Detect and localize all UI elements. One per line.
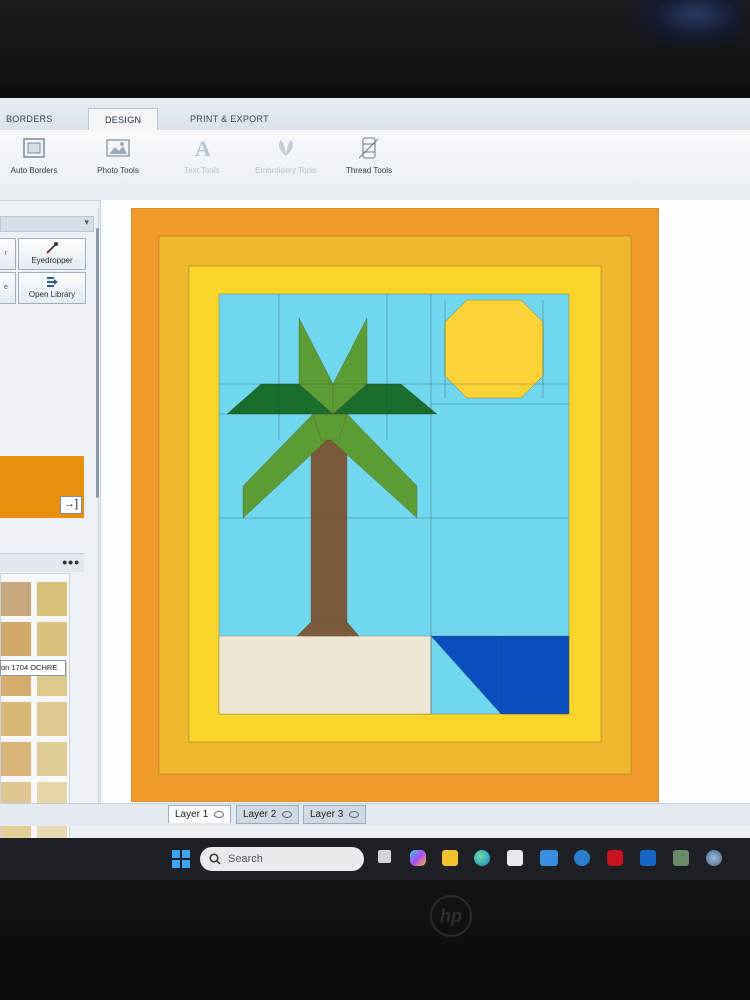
mcafee-icon[interactable] bbox=[607, 850, 623, 866]
palette-swatch[interactable] bbox=[37, 622, 67, 656]
thread-tools-icon bbox=[358, 137, 379, 159]
palm-trunk bbox=[310, 439, 348, 637]
ribbon-toolbar: Auto Borders Photo Tools A Text Tools Em… bbox=[0, 130, 750, 201]
monitor-bezel-bottom bbox=[0, 880, 750, 1000]
color-palette bbox=[0, 573, 70, 880]
mywp-icon[interactable] bbox=[540, 850, 558, 866]
palette-swatch[interactable] bbox=[1, 582, 31, 616]
text-tools-button[interactable]: A Text Tools bbox=[174, 136, 230, 175]
open-library-button[interactable]: Open Library bbox=[18, 272, 86, 304]
photo-tools-button[interactable]: Photo Tools bbox=[90, 136, 146, 175]
cut-off-label-1: r bbox=[4, 250, 8, 257]
svg-text:A: A bbox=[195, 136, 211, 160]
browser-icon[interactable] bbox=[706, 850, 722, 866]
eye-icon[interactable] bbox=[282, 810, 293, 818]
thread-tools-label: Thread Tools bbox=[345, 166, 393, 175]
eyedropper-button[interactable]: Eyedropper bbox=[18, 238, 86, 270]
panel-scrollbar[interactable] bbox=[96, 228, 99, 498]
tab-borders[interactable]: BORDERS bbox=[6, 108, 53, 130]
palette-swatch[interactable] bbox=[37, 702, 67, 736]
windows-start-icon[interactable] bbox=[172, 850, 190, 868]
auto-borders-button[interactable]: Auto Borders bbox=[6, 136, 62, 175]
open-library-icon bbox=[47, 277, 58, 287]
palette-header: ••• bbox=[0, 553, 84, 572]
screen: BORDERS DESIGN PRINT & EXPORT Auto Borde… bbox=[0, 98, 750, 880]
palette-swatch[interactable] bbox=[1, 742, 31, 776]
task-view-icon[interactable] bbox=[378, 850, 391, 863]
apply-color-icon[interactable]: →] bbox=[60, 496, 82, 514]
thread-tools-button[interactable]: Thread Tools bbox=[340, 136, 398, 175]
auto-borders-icon bbox=[23, 138, 45, 158]
tab-layer-3[interactable]: Layer 3 bbox=[303, 805, 367, 824]
embroidery-tools-label: Embroidery Tools bbox=[255, 166, 317, 175]
file-explorer-icon[interactable] bbox=[442, 850, 458, 866]
ribbon-tab-bar: BORDERS DESIGN PRINT & EXPORT bbox=[0, 98, 750, 131]
photo-tools-label: Photo Tools bbox=[97, 166, 139, 175]
open-library-label: Open Library bbox=[28, 290, 76, 299]
palette-swatch[interactable] bbox=[1, 702, 31, 736]
store-icon[interactable] bbox=[507, 850, 523, 866]
tab-layer-1[interactable]: Layer 1 bbox=[168, 805, 232, 823]
color-tooltip: on 1704 OCHRE bbox=[0, 660, 66, 676]
eye-icon[interactable] bbox=[349, 810, 360, 818]
tab-design[interactable]: DESIGN bbox=[88, 108, 159, 131]
left-panel: ▾ r e Eyedropper Open Library →] ••• on … bbox=[0, 208, 99, 880]
monitor-bezel-top bbox=[0, 0, 750, 98]
embroidery-tools-icon bbox=[278, 140, 294, 156]
taskbar-search[interactable]: Search bbox=[200, 847, 364, 871]
cut-off-button-2[interactable]: e bbox=[0, 272, 16, 304]
tab-print-export[interactable]: PRINT & EXPORT bbox=[190, 108, 269, 130]
chevron-down-icon[interactable]: ▾ bbox=[84, 217, 89, 228]
help-icon[interactable] bbox=[574, 850, 590, 866]
photo-tools-icon bbox=[106, 139, 130, 157]
palette-swatch[interactable] bbox=[37, 742, 67, 776]
windows-taskbar: Search bbox=[0, 838, 750, 880]
cut-off-label-2: e bbox=[4, 284, 8, 291]
more-options-icon[interactable]: ••• bbox=[62, 554, 80, 570]
quilt-app-icon[interactable] bbox=[673, 850, 689, 866]
cut-off-button-1[interactable]: r bbox=[0, 238, 16, 270]
hp-logo: hp bbox=[430, 895, 472, 937]
auto-borders-label: Auto Borders bbox=[10, 166, 58, 175]
layer-1-label: Layer 1 bbox=[175, 809, 209, 820]
background-reflection bbox=[630, 0, 740, 48]
eye-icon[interactable] bbox=[214, 810, 225, 818]
eyedropper-label: Eyedropper bbox=[31, 256, 73, 265]
palette-swatch[interactable] bbox=[37, 582, 67, 616]
text-tools-icon: A bbox=[195, 136, 211, 161]
tab-layer-2[interactable]: Layer 2 bbox=[236, 805, 300, 824]
outlook-icon[interactable] bbox=[640, 850, 656, 866]
layer-2-label: Layer 2 bbox=[243, 809, 277, 820]
quilt-design[interactable] bbox=[131, 208, 659, 802]
embroidery-tools-button[interactable]: Embroidery Tools bbox=[250, 136, 322, 175]
panel-header: ▾ bbox=[0, 216, 94, 232]
search-icon bbox=[209, 853, 221, 865]
palette-swatch[interactable] bbox=[1, 622, 31, 656]
copilot-icon[interactable] bbox=[410, 850, 426, 866]
layer-tab-bar: Layer 1 Layer 2 Layer 3 bbox=[0, 803, 750, 826]
eyedropper-icon bbox=[46, 242, 58, 254]
layer-3-label: Layer 3 bbox=[310, 809, 344, 820]
edge-icon[interactable] bbox=[474, 850, 490, 866]
design-canvas[interactable] bbox=[100, 200, 750, 810]
sand-block bbox=[218, 635, 432, 715]
search-placeholder: Search bbox=[228, 853, 263, 865]
text-tools-label: Text Tools bbox=[184, 166, 220, 175]
sun-shape bbox=[444, 299, 544, 399]
